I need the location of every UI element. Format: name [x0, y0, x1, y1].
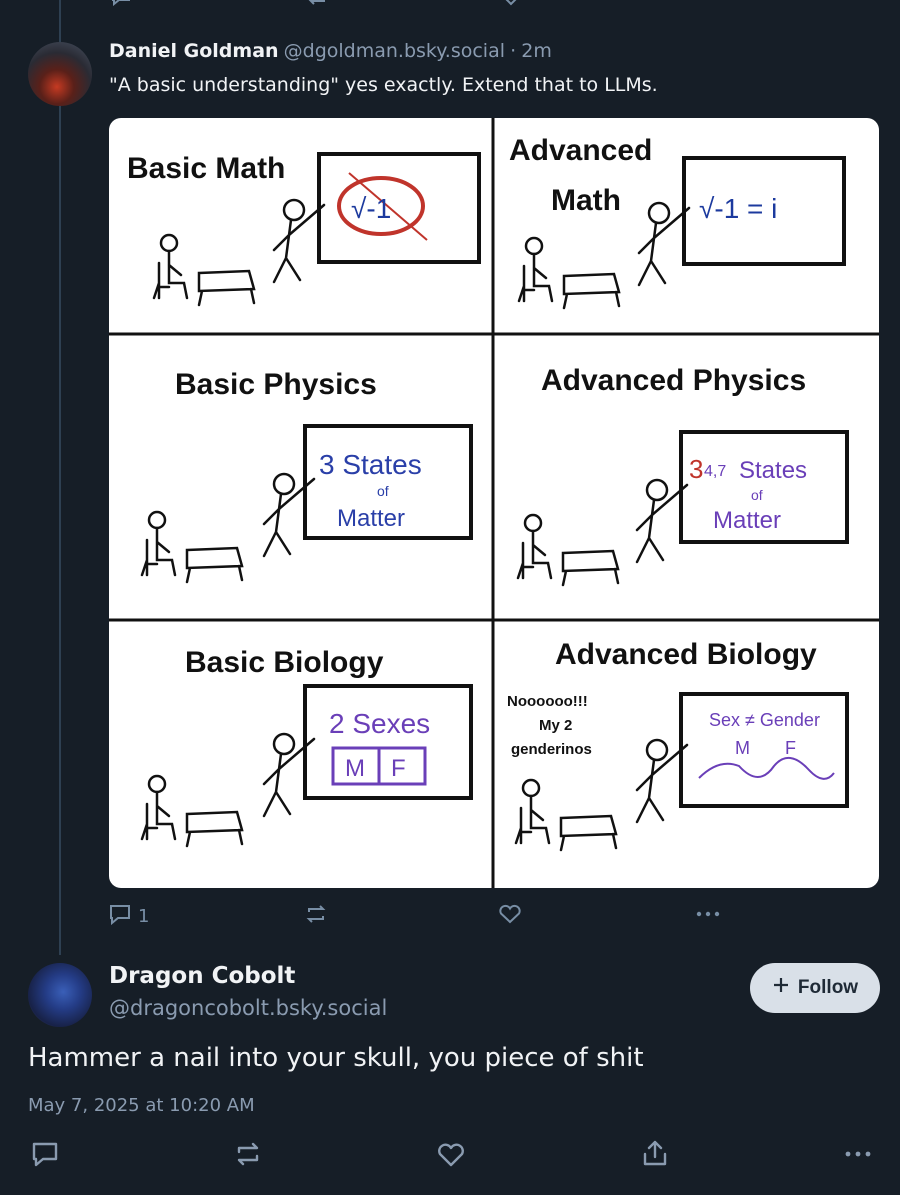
repost-icon[interactable] [306, 0, 328, 10]
more-icon [842, 1140, 874, 1173]
board-text: States [739, 457, 807, 484]
speech-text: genderinos [511, 741, 592, 758]
board-text: of [751, 487, 763, 503]
board-text: 3 [689, 454, 703, 484]
post-time[interactable]: 2m [521, 40, 552, 62]
board-text: Matter [337, 505, 405, 532]
distribution-curve [698, 757, 835, 780]
panel-title-basic-physics: Basic Physics [175, 368, 377, 401]
author-handle[interactable]: @dgoldman.bsky.social [284, 40, 505, 62]
speech-text: Noooooo!!! [507, 693, 588, 710]
share-icon [640, 1138, 670, 1173]
board-text: √-1 [351, 193, 391, 224]
student-figure [514, 778, 618, 852]
board-text: 3 States [319, 449, 422, 480]
panel-title-basic-biology: Basic Biology [185, 646, 384, 679]
teacher-figure [637, 201, 691, 287]
board-text: M [345, 755, 365, 782]
follow-label: Follow [797, 977, 859, 998]
panel-title-advanced-physics: Advanced Physics [541, 364, 806, 397]
like-button[interactable] [436, 1140, 466, 1173]
author-handle[interactable]: @dragoncobolt.bsky.social [109, 996, 387, 1020]
chalkboard [303, 684, 473, 800]
avatar[interactable] [28, 963, 92, 1027]
repost-icon [233, 1140, 263, 1173]
separator: · [510, 40, 517, 62]
post-text: Hammer a nail into your skull, you piece… [28, 1043, 644, 1073]
thread-line [59, 0, 61, 955]
board-text: 4,7 [704, 463, 726, 480]
speech-text: My 2 [539, 717, 572, 734]
teacher-figure [272, 198, 326, 284]
share-button[interactable] [640, 1138, 670, 1173]
reply-icon[interactable] [110, 0, 132, 10]
reply-icon [30, 1140, 60, 1173]
student-figure [140, 774, 244, 848]
author-name[interactable]: Dragon Cobolt [109, 963, 295, 989]
panel-title-advanced-biology: Advanced Biology [555, 638, 817, 671]
reply-button[interactable]: 1 [108, 903, 149, 930]
post-actions [28, 1136, 880, 1172]
heart-icon [498, 903, 522, 930]
more-button[interactable] [842, 1140, 874, 1173]
board-text: F [391, 755, 406, 782]
repost-icon [304, 903, 328, 930]
board-text: F [785, 738, 796, 758]
student-figure [516, 513, 620, 587]
avatar[interactable] [28, 42, 92, 106]
reply-count: 1 [138, 906, 150, 927]
meme-image[interactable]: Basic Math √-1 Advanced Math √-1 = i Bas… [109, 118, 879, 888]
reply-icon [108, 903, 132, 930]
student-figure [140, 510, 244, 584]
panel-title-math: Math [551, 184, 621, 217]
like-button[interactable] [498, 903, 522, 930]
heart-icon[interactable] [500, 0, 522, 10]
board-text: Sex ≠ Gender [709, 710, 820, 730]
chalkboard [317, 152, 481, 264]
repost-button[interactable] [304, 903, 328, 930]
panel-title-basic-math: Basic Math [127, 152, 285, 185]
reply-button[interactable] [30, 1140, 60, 1173]
post-header: Daniel Goldman @dgoldman.bsky.social · 2… [109, 40, 552, 62]
student-figure [517, 236, 621, 310]
board-text: √-1 = i [699, 193, 777, 224]
author-name[interactable]: Daniel Goldman [109, 40, 279, 62]
board-text: M [735, 738, 750, 758]
repost-button[interactable] [233, 1140, 263, 1173]
panel-title-advanced: Advanced [509, 134, 652, 167]
more-icon [694, 903, 722, 930]
student-figure [152, 233, 256, 307]
post-timestamp[interactable]: May 7, 2025 at 10:20 AM [28, 1095, 255, 1116]
board-text: Matter [713, 507, 781, 534]
post-text: "A basic understanding" yes exactly. Ext… [109, 74, 658, 96]
heart-icon [436, 1140, 466, 1173]
follow-button[interactable]: Follow [750, 963, 880, 1013]
board-text: 2 Sexes [329, 708, 430, 739]
more-button[interactable] [694, 903, 722, 930]
post-actions: 1 [108, 903, 728, 929]
board-text: of [377, 483, 389, 499]
meme-drawing: Basic Math √-1 Advanced Math √-1 = i Bas… [109, 118, 879, 888]
plus-icon [772, 976, 790, 1000]
previous-post-actions [108, 0, 728, 10]
